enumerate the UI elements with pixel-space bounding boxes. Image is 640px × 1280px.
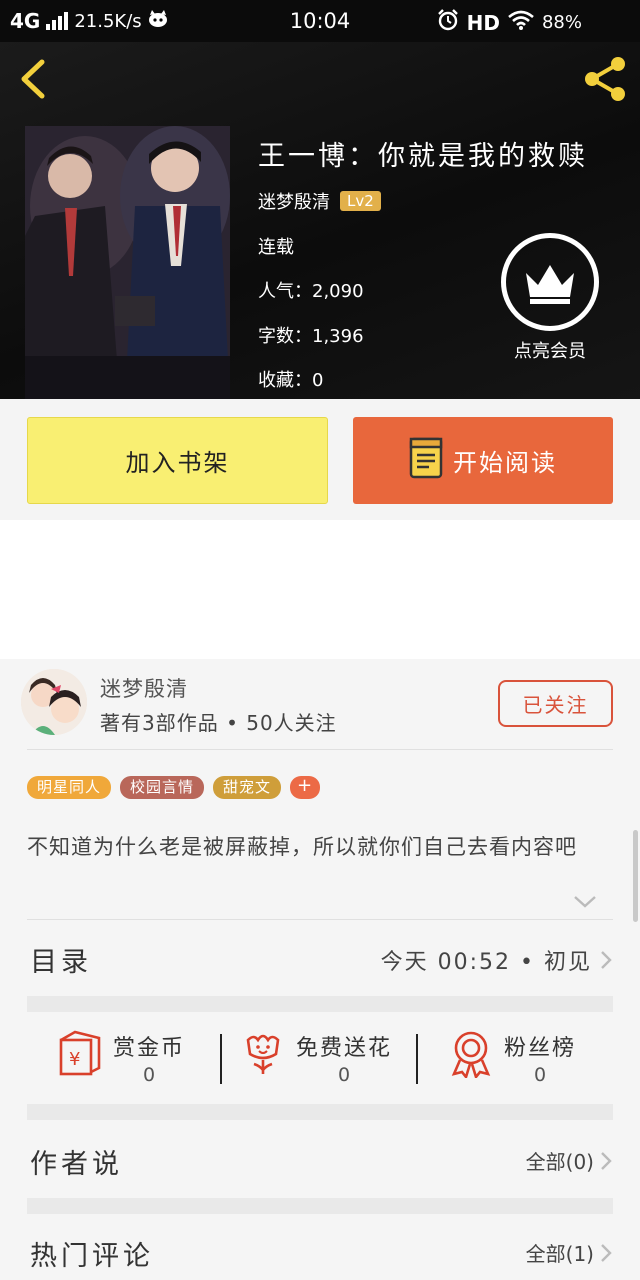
author-says-count: 全部(0) bbox=[525, 1150, 594, 1174]
chevron-down-icon bbox=[574, 896, 596, 908]
tag-list: 明星同人 校园言情 甜宠文 + bbox=[27, 776, 321, 799]
level-badge: Lv2 bbox=[340, 191, 381, 211]
chevron-right-icon bbox=[601, 951, 612, 969]
stat-value: 0 bbox=[533, 1064, 547, 1086]
section-gap bbox=[27, 996, 613, 1012]
author-row: 迷梦殷清 Lv2 bbox=[258, 188, 381, 214]
latest-chapter: 今天 00:52 • 初见 bbox=[380, 950, 592, 975]
avatar[interactable] bbox=[21, 669, 87, 735]
medal-icon bbox=[451, 1031, 491, 1078]
hot-comments-count: 全部(1) bbox=[525, 1242, 594, 1266]
share-icon bbox=[585, 57, 625, 101]
favorites-value: 0 bbox=[312, 370, 324, 391]
start-reading-button[interactable]: 开始阅读 bbox=[353, 417, 613, 504]
send-flower-button[interactable]: 免费送花 0 bbox=[240, 1030, 392, 1086]
author-says-link: 全部(0) bbox=[526, 1146, 612, 1175]
back-arrow-icon bbox=[21, 59, 45, 99]
status-bar: 4G 21.5K/s 10:04 HD 88% bbox=[0, 0, 640, 42]
favorites-row: 收藏：0 bbox=[258, 366, 323, 392]
stat-label: 免费送花 bbox=[296, 1036, 393, 1061]
catalog-title: 目录 bbox=[30, 947, 92, 978]
expand-description-button[interactable] bbox=[572, 893, 598, 911]
status-right: HD 88% bbox=[437, 9, 630, 36]
stat-value: 0 bbox=[337, 1064, 351, 1086]
flower-icon bbox=[246, 1034, 280, 1074]
back-button[interactable] bbox=[14, 56, 54, 102]
word-count-label: 字数： bbox=[258, 326, 312, 347]
divider bbox=[27, 749, 613, 750]
crown-icon bbox=[501, 233, 599, 331]
author-says-row[interactable]: 作者说 全部(0) bbox=[0, 1122, 640, 1198]
tag-item[interactable]: 明星同人 bbox=[27, 776, 112, 799]
author-card-stats: 著有3部作品 • 50人关注 bbox=[100, 711, 337, 735]
hot-comments-title: 热门评论 bbox=[30, 1241, 154, 1272]
book-icon bbox=[409, 437, 443, 485]
follow-button[interactable]: 已关注 bbox=[498, 680, 613, 727]
vip-label: 点亮会员 bbox=[514, 341, 586, 362]
battery-level: 88% bbox=[541, 12, 582, 33]
divider bbox=[416, 1034, 418, 1084]
book-status: 连载 bbox=[258, 237, 294, 258]
share-button[interactable] bbox=[580, 54, 630, 104]
stats-row: ¥ 赏金币 0 免费送花 0 粉丝榜 0 bbox=[0, 1012, 640, 1104]
popularity-row: 人气：2,090 bbox=[258, 277, 364, 303]
author-card-name: 迷梦殷清 bbox=[100, 677, 188, 701]
catalog-latest: 今天 00:52 • 初见 bbox=[381, 944, 612, 976]
svg-text:¥: ¥ bbox=[69, 1049, 80, 1070]
book-title: 王一博：你就是我的救赎 bbox=[258, 141, 588, 172]
favorites-label: 收藏： bbox=[258, 370, 312, 391]
tag-item[interactable]: 甜宠文 bbox=[213, 776, 282, 799]
action-bar: 加入书架 开始阅读 bbox=[0, 399, 640, 520]
fan-ranking-button[interactable]: 粉丝榜 0 bbox=[448, 1030, 576, 1086]
vip-button[interactable]: 点亮会员 bbox=[500, 233, 600, 363]
stat-value: 0 bbox=[142, 1064, 156, 1086]
popularity-value: 2,090 bbox=[312, 281, 364, 302]
red-envelope-icon: ¥ bbox=[59, 1030, 101, 1076]
stat-label: 粉丝榜 bbox=[504, 1036, 577, 1061]
book-header: 王一博：你就是我的救赎 迷梦殷清 Lv2 连载 人气：2,090 字数：1,39… bbox=[0, 42, 640, 399]
author-card: 迷梦殷清 著有3部作品 • 50人关注 已关注 bbox=[0, 659, 640, 749]
alarm-icon bbox=[437, 9, 459, 36]
hot-comments-row[interactable]: 热门评论 全部(1) bbox=[0, 1214, 640, 1280]
book-cover-image[interactable] bbox=[25, 126, 230, 399]
author-says-title: 作者说 bbox=[30, 1149, 123, 1180]
hd-label: HD bbox=[466, 10, 500, 35]
moon-icons bbox=[590, 10, 630, 35]
add-to-shelf-button[interactable]: 加入书架 bbox=[27, 417, 328, 504]
catalog-row[interactable]: 目录 今天 00:52 • 初见 bbox=[0, 922, 640, 996]
author-name[interactable]: 迷梦殷清 bbox=[258, 188, 330, 214]
tag-item[interactable]: 校园言情 bbox=[120, 776, 205, 799]
divider bbox=[220, 1034, 222, 1084]
wifi-icon bbox=[508, 10, 534, 35]
add-tag-button[interactable]: + bbox=[290, 776, 321, 799]
section-gap bbox=[27, 1198, 613, 1214]
stat-label: 赏金币 bbox=[113, 1036, 186, 1061]
divider bbox=[27, 919, 613, 920]
hot-comments-link: 全部(1) bbox=[526, 1238, 612, 1267]
popularity-label: 人气： bbox=[258, 281, 312, 302]
section-gap bbox=[27, 1104, 613, 1120]
start-reading-label: 开始阅读 bbox=[453, 449, 557, 477]
blank-area bbox=[0, 520, 640, 659]
scrollbar[interactable] bbox=[633, 830, 638, 922]
reward-coins-button[interactable]: ¥ 赏金币 0 bbox=[55, 1030, 185, 1086]
word-count-row: 字数：1,396 bbox=[258, 322, 364, 348]
book-description: 不知道为什么老是被屏蔽掉，所以就你们自己去看内容吧 bbox=[27, 835, 577, 859]
word-count-value: 1,396 bbox=[312, 326, 364, 347]
chevron-right-icon bbox=[601, 1243, 612, 1262]
chevron-right-icon bbox=[601, 1151, 612, 1170]
